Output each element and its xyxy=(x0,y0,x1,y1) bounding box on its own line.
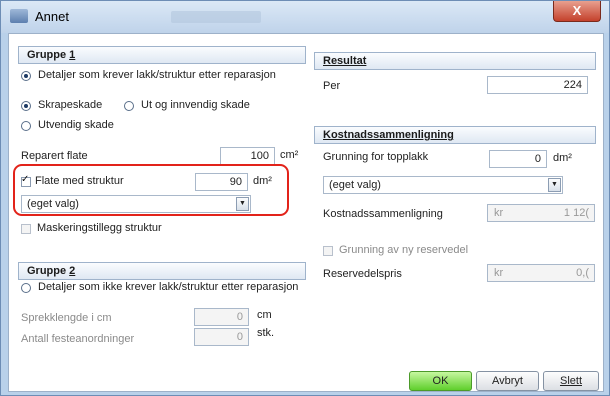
masking-label: Maskeringstillegg struktur xyxy=(37,222,162,234)
structure-area-label: Flate med struktur xyxy=(35,175,124,187)
primer-unit: dm² xyxy=(553,152,572,164)
primer-select-value: (eget valg) xyxy=(329,179,381,191)
result-header: Resultat xyxy=(314,52,596,70)
cost-compare-value: kr 1 12( xyxy=(487,204,595,222)
app-icon xyxy=(10,9,28,23)
structure-area-checkbox[interactable] xyxy=(21,174,31,187)
outside-damage-label: Utvendig skade xyxy=(38,119,114,131)
fasteners-input[interactable]: 0 xyxy=(194,328,249,346)
window-title: Annet xyxy=(35,9,69,24)
crack-length-input[interactable]: 0 xyxy=(194,308,249,326)
ok-button[interactable]: OK xyxy=(409,371,472,391)
crack-length-label: Sprekklengde i cm xyxy=(21,312,112,324)
primer-label: Grunning for topplakk xyxy=(323,151,429,163)
group1-option-label: Detaljer som krever lakk/struktur etter … xyxy=(38,69,276,81)
structure-select[interactable]: (eget valg) ▼ xyxy=(21,195,251,213)
fasteners-unit: stk. xyxy=(257,327,275,339)
title-bar[interactable]: Annet X xyxy=(1,1,609,33)
group1-header: Gruppe 1 xyxy=(18,46,306,64)
delete-button[interactable]: Slett xyxy=(543,371,599,391)
primer-select[interactable]: (eget valg) ▼ xyxy=(323,176,563,194)
dialog-body: Gruppe 1 Detaljer som krever lakk/strukt… xyxy=(8,33,604,392)
inside-outside-damage-radio[interactable] xyxy=(124,101,134,111)
cancel-button[interactable]: Avbryt xyxy=(476,371,539,391)
structure-area-input[interactable]: 90 xyxy=(195,173,248,191)
spare-price-value: kr 0,( xyxy=(487,264,595,282)
scrape-damage-label: Skrapeskade xyxy=(38,99,103,111)
new-part-primer-label: Grunning av ny reservedel xyxy=(339,244,469,256)
cost-header: Kostnadssammenligning xyxy=(314,126,596,144)
spare-price-label: Reservedelspris xyxy=(323,268,402,280)
per-value: 224 xyxy=(487,76,588,94)
dialog-window: Annet X Gruppe 1 Detaljer som krever lak… xyxy=(0,0,610,396)
masking-checkbox[interactable] xyxy=(21,224,31,234)
background-tab-ghost xyxy=(171,11,261,23)
structure-area-unit: dm² xyxy=(253,175,272,187)
primer-input[interactable]: 0 xyxy=(489,150,547,168)
repaired-area-label: Reparert flate xyxy=(21,150,88,162)
outside-damage-radio[interactable] xyxy=(21,121,31,131)
chevron-down-icon[interactable]: ▼ xyxy=(236,197,249,211)
per-label: Per xyxy=(323,80,341,92)
chevron-down-icon[interactable]: ▼ xyxy=(548,178,561,192)
group1-radio[interactable] xyxy=(21,71,31,81)
scrape-damage-radio[interactable] xyxy=(21,101,31,111)
crack-length-unit: cm xyxy=(257,309,272,321)
group2-option-label: Detaljer som ikke krever lakk/struktur e… xyxy=(38,281,299,293)
structure-select-value: (eget valg) xyxy=(27,198,79,210)
repaired-area-input[interactable]: 100 xyxy=(220,147,275,165)
cost-compare-label: Kostnadssammenligning xyxy=(323,208,443,220)
group2-header: Gruppe 2 xyxy=(18,262,306,280)
close-button[interactable]: X xyxy=(553,1,601,22)
repaired-area-unit: cm² xyxy=(280,149,299,161)
group2-radio[interactable] xyxy=(21,283,31,293)
fasteners-label: Antall festeanordninger xyxy=(21,333,135,345)
new-part-primer-checkbox[interactable] xyxy=(323,246,333,256)
inside-outside-damage-label: Ut og innvendig skade xyxy=(141,99,250,111)
